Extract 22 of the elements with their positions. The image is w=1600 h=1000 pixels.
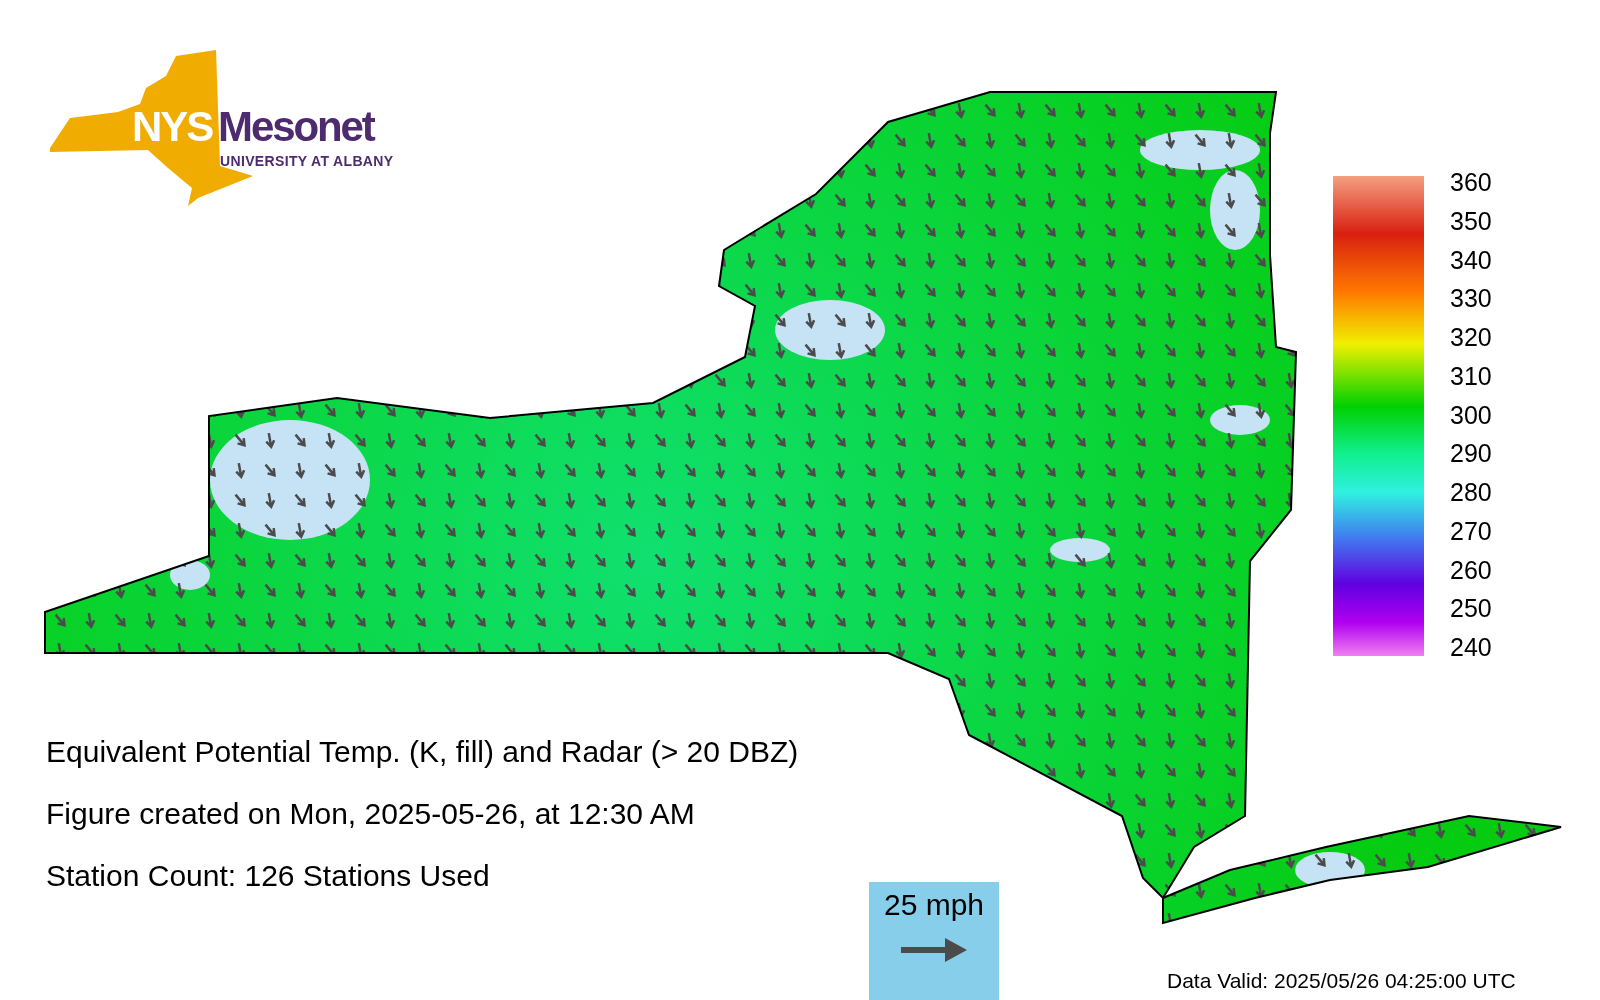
scale-label: 290	[1450, 441, 1492, 467]
scale-label: 280	[1450, 480, 1492, 505]
scale-label: 360	[1450, 170, 1492, 195]
scale-label: 350	[1450, 208, 1492, 234]
caption-text: Figure created on Mon, 2025-05-26, at 12:30 AM	[46, 799, 696, 829]
logo-subtitle: UNIVERSITY AT ALBANY	[220, 154, 394, 168]
arrow-icon	[901, 938, 967, 962]
data-valid-text: Data Valid: 2025/05/26 04:25:00 UTC	[1167, 970, 1516, 991]
scale-label: 260	[1450, 557, 1492, 583]
scale-label: 250	[1450, 596, 1492, 622]
caption-text: Station Count: 126 Stations Used	[46, 861, 491, 891]
legend-label: 25 mph	[883, 890, 985, 920]
scale-label: 330	[1450, 286, 1492, 312]
scale-label: 340	[1450, 247, 1492, 273]
logo-abbreviation: NYS	[132, 106, 213, 148]
logo-name: Mesonet	[218, 106, 374, 148]
scale-label: 310	[1450, 363, 1492, 389]
scale-label: 240	[1450, 635, 1492, 660]
scale-label: 270	[1450, 518, 1492, 544]
caption-text: Equivalent Potential Temp. (K, fill) and Radar (> 20 DBZ)	[46, 737, 799, 767]
scale-label: 300	[1450, 402, 1492, 428]
scale-label: 320	[1450, 325, 1492, 350]
